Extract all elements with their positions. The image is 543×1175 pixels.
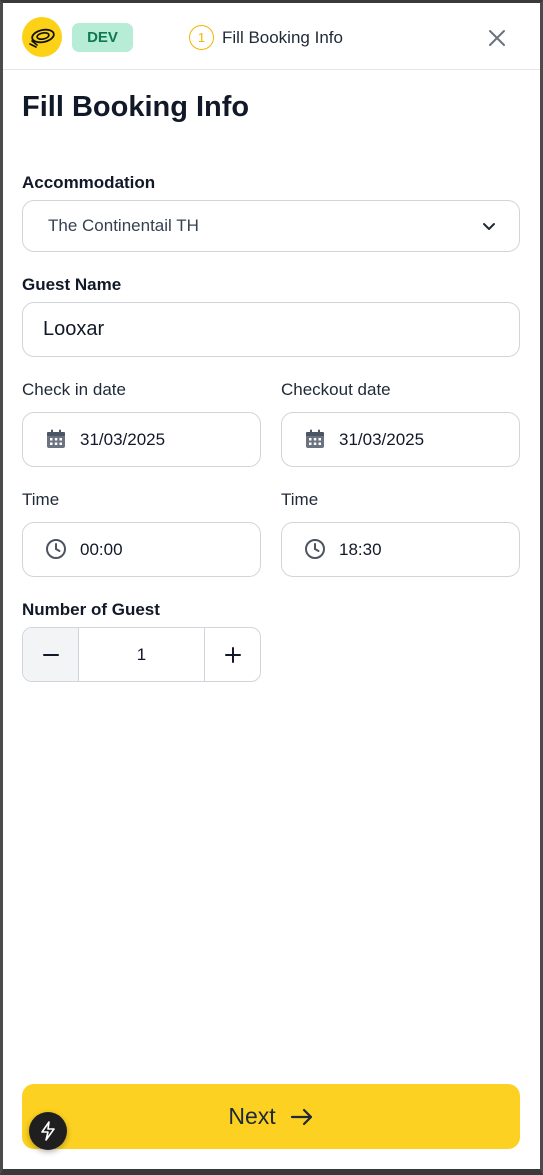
check-in-date-label: Check in date [22, 380, 126, 399]
increment-button[interactable] [204, 628, 260, 681]
check-in-time-field[interactable]: 00:00 [22, 522, 261, 577]
next-button-label: Next [228, 1103, 276, 1129]
chevron-down-icon [481, 218, 497, 239]
decrement-button[interactable] [23, 628, 79, 681]
checkout-date-value: 31/03/2025 [339, 429, 425, 449]
clock-icon [304, 538, 326, 560]
guest-name-value: Looxar [43, 318, 105, 340]
checkout-time-value: 18:30 [339, 539, 382, 559]
header: DEV 1 Fill Booking Info [3, 3, 540, 70]
page-title: Fill Booking Info [22, 91, 250, 123]
step-indicator: 1 Fill Booking Info [189, 25, 343, 50]
checkout-time-field[interactable]: 18:30 [281, 522, 520, 577]
calendar-icon [45, 428, 67, 450]
lightning-icon [41, 1121, 55, 1141]
next-button[interactable]: Next [22, 1084, 520, 1149]
lightning-action-button[interactable] [29, 1112, 67, 1150]
guest-name-input[interactable]: Looxar [22, 302, 520, 357]
step-number: 1 [189, 25, 214, 50]
accommodation-select[interactable]: The Continentail TH [22, 200, 520, 252]
guest-quantity-value[interactable]: 1 [79, 628, 204, 681]
environment-badge: DEV [72, 23, 133, 52]
calendar-icon [304, 428, 326, 450]
accommodation-value: The Continentail TH [48, 216, 199, 235]
step-label: Fill Booking Info [222, 27, 343, 47]
close-icon[interactable] [486, 27, 508, 49]
plus-icon [224, 646, 241, 663]
logo-icon [22, 17, 62, 57]
check-in-date-value: 31/03/2025 [80, 429, 166, 449]
arrow-right-icon [290, 1108, 312, 1125]
check-in-time-value: 00:00 [80, 539, 123, 559]
clock-icon [45, 538, 67, 560]
checkout-time-label: Time [281, 490, 319, 509]
accommodation-label: Accommodation [22, 173, 156, 192]
guest-name-label: Guest Name [22, 275, 122, 294]
checkout-date-label: Checkout date [281, 380, 391, 399]
checkout-date-field[interactable]: 31/03/2025 [281, 412, 520, 467]
app-window: DEV 1 Fill Booking Info Fill Booking Inf… [0, 0, 543, 1175]
guest-quantity-stepper: 1 [22, 627, 261, 682]
check-in-date-field[interactable]: 31/03/2025 [22, 412, 261, 467]
minus-icon [42, 653, 59, 656]
number-of-guest-label: Number of Guest [22, 600, 160, 619]
check-in-time-label: Time [22, 490, 60, 509]
